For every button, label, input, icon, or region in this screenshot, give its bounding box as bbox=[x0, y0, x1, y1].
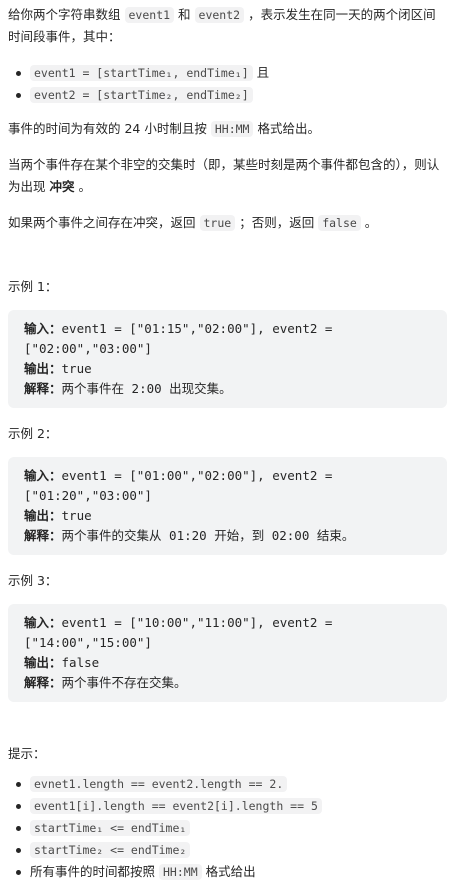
list-item: event1 = [startTime₁, endTime₁] 且 bbox=[16, 62, 447, 84]
time-format-text-a: 事件的时间为有效的 24 小时制且按 bbox=[8, 121, 207, 136]
conflict-definition-paragraph: 当两个事件存在某个非空的交集时（即，某些时刻是两个事件都包含的），则认为出现 冲… bbox=[8, 154, 447, 198]
intro-text-a: 给你两个字符串数组 bbox=[8, 7, 121, 22]
constraint-code: evnet1.length == event2.length == 2. bbox=[30, 776, 288, 792]
example-3-explain: 两个事件不存在交集。 bbox=[61, 675, 187, 690]
list-item: 所有事件的时间都按照 HH:MM 格式给出 bbox=[16, 861, 447, 883]
constraint-text-a: 所有事件的时间都按照 bbox=[30, 864, 156, 879]
inline-code-true: true bbox=[199, 215, 236, 231]
problem-description: 给你两个字符串数组 event1 和 event2 ，表示发生在同一天的两个闭区… bbox=[0, 0, 456, 883]
return-paragraph: 如果两个事件之间存在冲突，返回 true ；否则，返回 false 。 bbox=[8, 212, 447, 234]
constraint-code: event1[i].length == event2[i].length == … bbox=[30, 798, 322, 814]
time-format-text-b: 格式给出。 bbox=[257, 121, 320, 136]
example-3-input: event1 = ["10:00","11:00"], event2 = ["1… bbox=[24, 615, 340, 650]
time-format-paragraph: 事件的时间为有效的 24 小时制且按 HH:MM 格式给出。 bbox=[8, 118, 447, 140]
example-2-output-label: 输出： bbox=[24, 508, 62, 523]
constraints-list: evnet1.length == event2.length == 2. eve… bbox=[8, 773, 447, 883]
intro-text-b: 和 bbox=[178, 7, 191, 22]
conflict-keyword: 冲突 bbox=[49, 179, 75, 194]
example-1-input: event1 = ["01:15","02:00"], event2 = ["0… bbox=[24, 321, 340, 356]
example-1-block: 输入：event1 = ["01:15","02:00"], event2 = … bbox=[8, 310, 447, 408]
example-2-input-label: 输入： bbox=[24, 468, 62, 483]
example-1-input-label: 输入： bbox=[24, 321, 62, 336]
example-3-explain-label: 解释： bbox=[24, 675, 62, 690]
conflict-text-b: 。 bbox=[78, 179, 92, 194]
inline-code-false: false bbox=[318, 215, 361, 231]
event1-definition-code: event1 = [startTime₁, endTime₁] bbox=[30, 65, 253, 81]
inline-code-event2: event2 bbox=[194, 7, 245, 23]
constraint-code: startTime₂ <= endTime₂ bbox=[30, 842, 191, 858]
example-2-output: true bbox=[61, 508, 92, 523]
constraint-code: startTime₁ <= endTime₁ bbox=[30, 820, 191, 836]
example-1-title: 示例 1： bbox=[8, 279, 58, 294]
list-item: startTime₂ <= endTime₂ bbox=[16, 839, 447, 861]
example-3-output: false bbox=[61, 655, 100, 670]
return-text-c: 。 bbox=[364, 215, 378, 230]
example-3-block: 输入：event1 = ["10:00","11:00"], event2 = … bbox=[8, 604, 447, 702]
inline-code-hhmm: HH:MM bbox=[210, 121, 254, 137]
example-3-title: 示例 3： bbox=[8, 573, 58, 588]
event-definition-list: event1 = [startTime₁, endTime₁] 且 event2… bbox=[8, 62, 447, 106]
list-item: event2 = [startTime₂, endTime₂] bbox=[16, 84, 447, 106]
hints-title: 提示： bbox=[8, 746, 46, 761]
bullet1-suffix: 且 bbox=[256, 65, 270, 80]
example-2-input: event1 = ["01:00","02:00"], event2 = ["0… bbox=[24, 468, 340, 503]
example-1-output: true bbox=[61, 361, 92, 376]
list-item: startTime₁ <= endTime₁ bbox=[16, 817, 447, 839]
example-2-explain: 两个事件的交集从 01:20 开始，到 02:00 结束。 bbox=[61, 528, 355, 543]
example-2-title: 示例 2： bbox=[8, 426, 58, 441]
inline-code-event1: event1 bbox=[124, 7, 175, 23]
example-1-explain-label: 解释： bbox=[24, 381, 62, 396]
example-2-explain-label: 解释： bbox=[24, 528, 62, 543]
example-3-output-label: 输出： bbox=[24, 655, 62, 670]
example-2-block: 输入：event1 = ["01:00","02:00"], event2 = … bbox=[8, 457, 447, 555]
example-1-output-label: 输出： bbox=[24, 361, 62, 376]
list-item: event1[i].length == event2[i].length == … bbox=[16, 795, 447, 817]
list-item: evnet1.length == event2.length == 2. bbox=[16, 773, 447, 795]
example-1-explain: 两个事件在 2:00 出现交集。 bbox=[61, 381, 232, 396]
return-text-a: 如果两个事件之间存在冲突，返回 bbox=[8, 215, 196, 230]
example-3-input-label: 输入： bbox=[24, 615, 62, 630]
return-text-b: ；否则，返回 bbox=[239, 215, 315, 230]
event2-definition-code: event2 = [startTime₂, endTime₂] bbox=[30, 87, 253, 103]
constraint-code: HH:MM bbox=[159, 864, 202, 880]
intro-paragraph: 给你两个字符串数组 event1 和 event2 ，表示发生在同一天的两个闭区… bbox=[8, 4, 447, 48]
constraint-text-b: 格式给出 bbox=[205, 864, 256, 879]
